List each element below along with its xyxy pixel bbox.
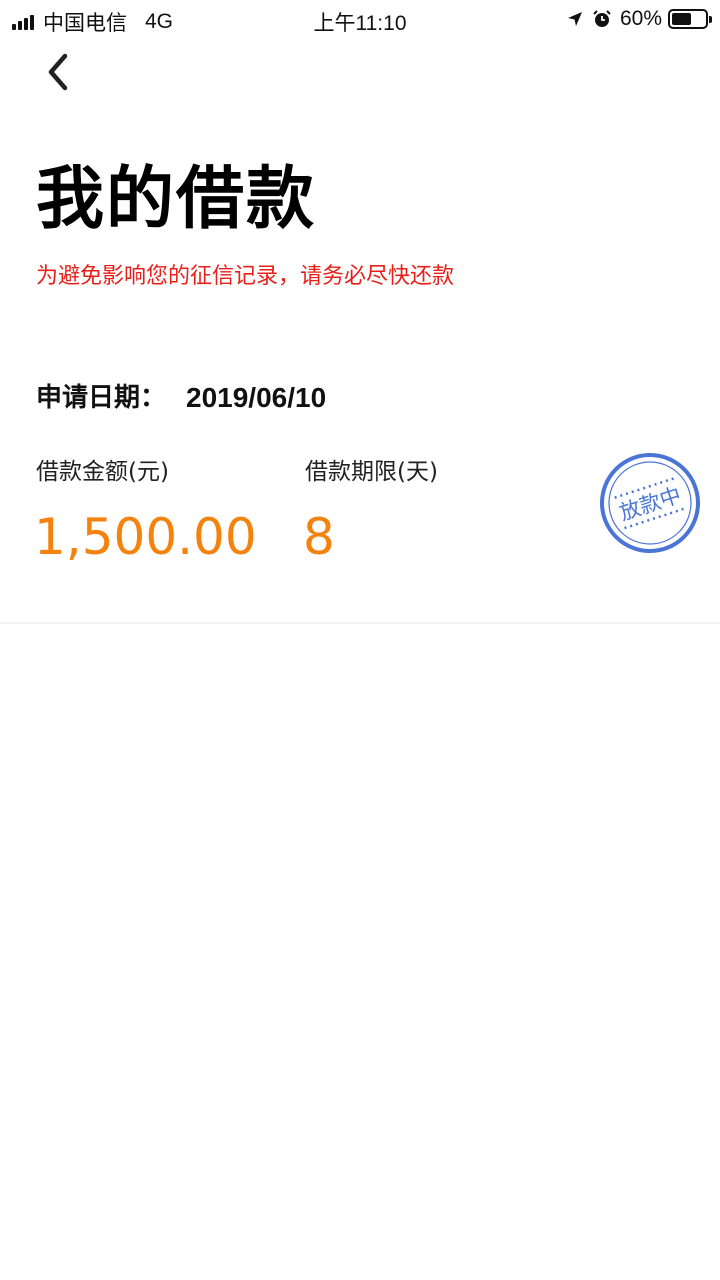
- loan-amount-value: 1,500.00: [34, 508, 257, 566]
- apply-date-value: 2019/06/10: [186, 382, 327, 413]
- apply-date-label: 申请日期：: [36, 383, 167, 413]
- chevron-left-icon: [48, 53, 68, 91]
- page-title: 我的借款: [36, 160, 317, 239]
- back-button[interactable]: [34, 48, 82, 96]
- section-divider: [0, 622, 720, 624]
- loan-term-value: 8: [303, 508, 335, 566]
- battery-icon: [668, 9, 712, 29]
- battery-percent: 60%: [619, 7, 662, 30]
- status-stamp-text: 放款中: [617, 483, 684, 525]
- apply-date-row: 申请日期： 2019/06/10: [36, 380, 326, 416]
- loan-amount-label: 借款金额(元): [36, 459, 169, 485]
- alarm-clock-icon: [592, 9, 612, 29]
- credit-warning-text: 为避免影响您的征信记录，请务必尽快还款: [36, 264, 455, 289]
- status-stamp: 放款中: [598, 451, 702, 555]
- battery-fill: [672, 13, 691, 25]
- loan-term-label: 借款期限(天): [305, 459, 438, 485]
- status-bar: 中国电信 4G 上午11:10 60%: [0, 0, 720, 38]
- status-right: 60%: [566, 7, 712, 31]
- location-arrow-icon: [566, 10, 584, 28]
